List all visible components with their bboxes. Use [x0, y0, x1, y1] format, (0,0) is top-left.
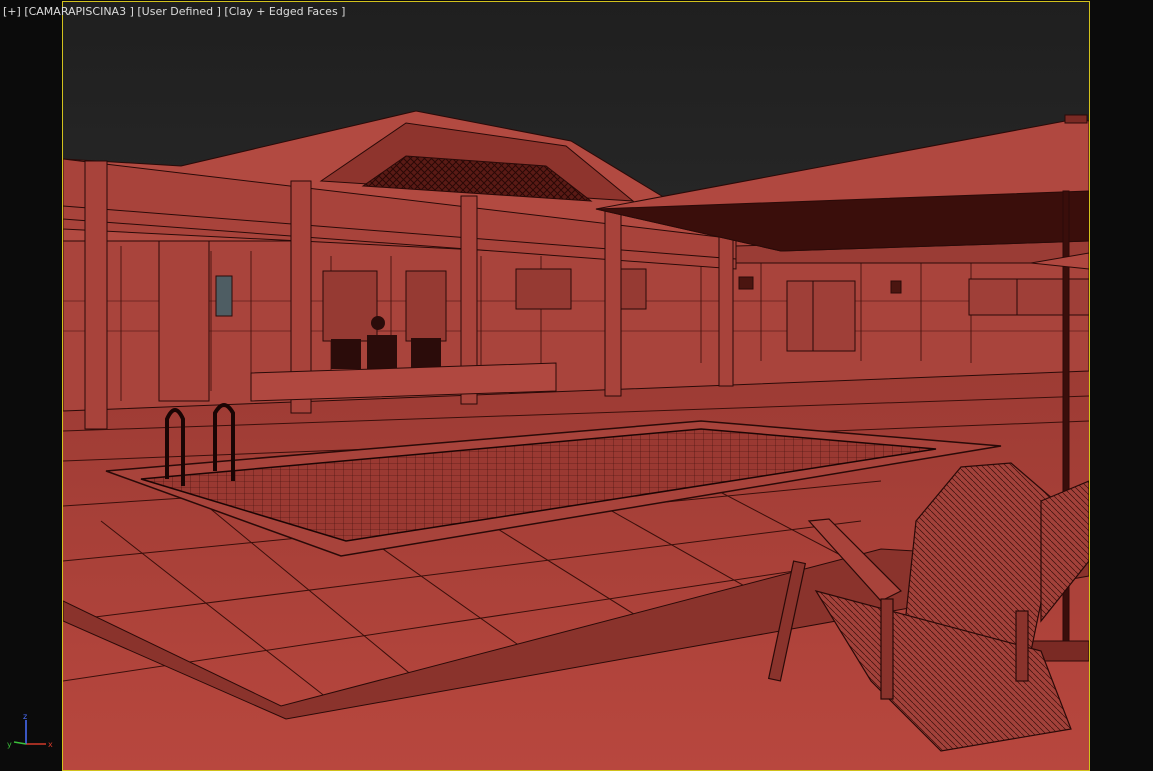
- active-viewport-frame[interactable]: [62, 1, 1090, 771]
- viewport-shading-menu[interactable]: [Clay + Edged Faces ]: [224, 5, 345, 18]
- axis-x-label: x: [48, 740, 53, 749]
- viewport-plus-menu[interactable]: [+]: [3, 5, 21, 18]
- viewport-camera-menu[interactable]: [CAMARAPISCINA3 ]: [24, 5, 134, 18]
- viewport-label-menu[interactable]: [+] [CAMARAPISCINA3 ] [User Defined ] [C…: [3, 5, 345, 18]
- axis-gizmo: x z y: [7, 712, 53, 749]
- viewport[interactable]: [+] [CAMARAPISCINA3 ] [User Defined ] [C…: [0, 0, 1153, 771]
- axis-z-label: z: [23, 712, 27, 721]
- axis-y-line: [13, 741, 27, 745]
- clay-scene-render: [63, 2, 1089, 770]
- axis-y-label: y: [7, 740, 12, 749]
- viewport-view-mode-menu[interactable]: [User Defined ]: [137, 5, 221, 18]
